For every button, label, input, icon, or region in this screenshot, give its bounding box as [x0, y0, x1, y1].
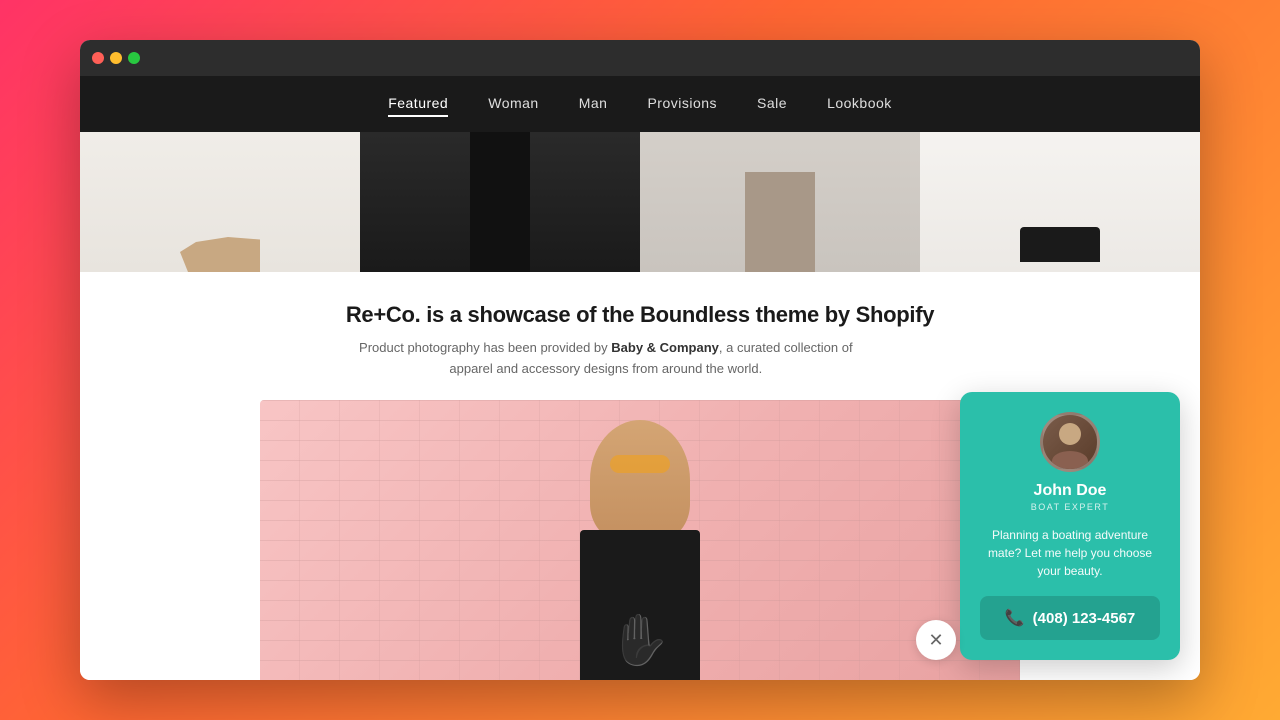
dot-green[interactable]: [128, 52, 140, 64]
nav-item-sale[interactable]: Sale: [757, 95, 787, 113]
nav-item-lookbook[interactable]: Lookbook: [827, 95, 892, 113]
nav-link-man[interactable]: Man: [579, 95, 608, 115]
tagline-title: Re+Co. is a showcase of the Boundless th…: [346, 302, 934, 328]
site-content: Featured Woman Man Provisions Sale Lookb…: [80, 76, 1200, 680]
phone-icon: 📞: [1005, 608, 1025, 628]
hero-image-1: [80, 132, 360, 272]
nav-link-woman[interactable]: Woman: [488, 95, 538, 115]
hero-image-4: [920, 132, 1200, 272]
chat-role: BOAT EXPERT: [980, 502, 1160, 512]
nav-item-man[interactable]: Man: [579, 95, 608, 113]
close-button[interactable]: ✕: [916, 620, 956, 660]
browser-window: Featured Woman Man Provisions Sale Lookb…: [80, 40, 1200, 680]
tagline-section: Re+Co. is a showcase of the Boundless th…: [346, 302, 934, 380]
nav-item-provisions[interactable]: Provisions: [647, 95, 717, 113]
hero-image-3: [640, 132, 920, 272]
nav-link-sale[interactable]: Sale: [757, 95, 787, 115]
chat-message: Planning a boating adventure mate? Let m…: [980, 526, 1160, 580]
chat-name: John Doe: [980, 482, 1160, 500]
browser-chrome: [80, 40, 1200, 76]
shirt: [580, 530, 700, 680]
sunglasses: [610, 455, 670, 473]
nav-link-provisions[interactable]: Provisions: [647, 95, 717, 115]
chat-widget[interactable]: John Doe BOAT EXPERT Planning a boating …: [960, 392, 1180, 660]
large-hero-image: [260, 400, 1020, 680]
nav-item-woman[interactable]: Woman: [488, 95, 538, 113]
tagline-desc-brand: Baby & Company: [611, 340, 719, 355]
tagline-desc: Product photography has been provided by…: [346, 338, 866, 380]
nav-item-featured[interactable]: Featured: [388, 95, 448, 113]
close-icon: ✕: [928, 630, 943, 651]
main-content: Re+Co. is a showcase of the Boundless th…: [80, 272, 1200, 680]
nav-bar: Featured Woman Man Provisions Sale Lookb…: [80, 76, 1200, 132]
woman-figure: [510, 400, 770, 680]
nav-link-lookbook[interactable]: Lookbook: [827, 95, 892, 115]
chat-phone-button[interactable]: 📞 (408) 123-4567: [980, 596, 1160, 640]
browser-dots: [92, 52, 140, 64]
chat-phone-number: (408) 123-4567: [1033, 610, 1136, 627]
hero-strip: [80, 132, 1200, 272]
nav-link-featured[interactable]: Featured: [388, 95, 448, 117]
dot-yellow[interactable]: [110, 52, 122, 64]
dot-red[interactable]: [92, 52, 104, 64]
tagline-desc-prefix: Product photography has been provided by: [359, 340, 611, 355]
nav-links: Featured Woman Man Provisions Sale Lookb…: [388, 95, 892, 113]
avatar: [1040, 412, 1100, 472]
hero-image-2: [360, 132, 640, 272]
